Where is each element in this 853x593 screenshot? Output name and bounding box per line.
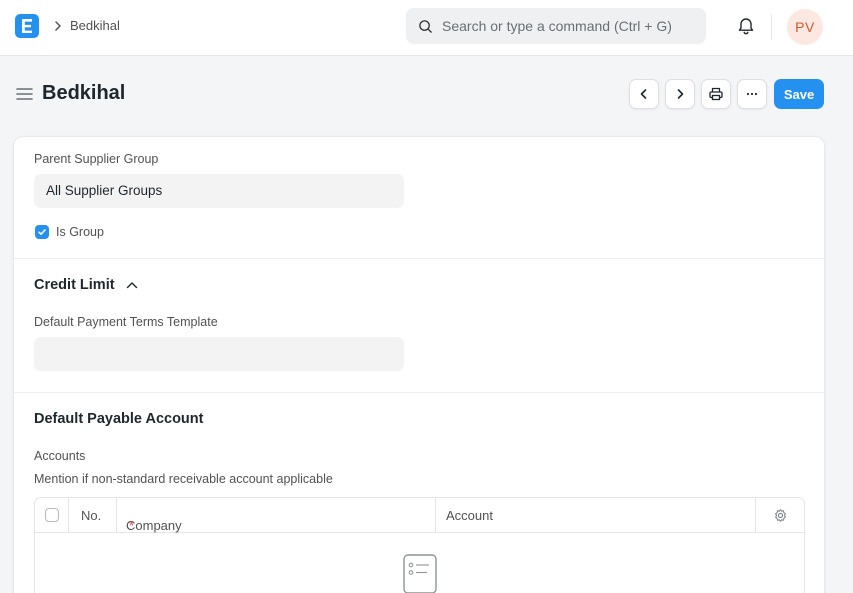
empty-list-icon bbox=[403, 554, 437, 593]
form-card: Parent Supplier Group All Supplier Group… bbox=[13, 136, 825, 593]
gear-icon[interactable] bbox=[773, 508, 788, 523]
navbar-divider bbox=[771, 14, 772, 40]
parent-supplier-group-value: All Supplier Groups bbox=[46, 183, 163, 198]
is-group-label[interactable]: Is Group bbox=[56, 225, 104, 239]
column-header-account-label: Account bbox=[446, 508, 493, 523]
app-logo[interactable] bbox=[15, 14, 39, 38]
column-header-no-label: No. bbox=[81, 508, 102, 523]
printer-icon bbox=[709, 87, 723, 101]
notification-bell-icon[interactable] bbox=[736, 16, 756, 36]
accounts-table: No. Company * Account bbox=[34, 497, 805, 593]
select-all-cell bbox=[35, 498, 69, 533]
sidebar-toggle-icon[interactable] bbox=[16, 87, 33, 101]
search-input[interactable]: Search or type a command (Ctrl + G) bbox=[442, 18, 672, 34]
erpnext-logo-icon bbox=[22, 19, 32, 33]
credit-limit-section-title[interactable]: Credit Limit bbox=[34, 277, 115, 293]
previous-doc-button[interactable] bbox=[629, 79, 659, 109]
is-group-checkbox[interactable] bbox=[35, 225, 49, 239]
ellipsis-icon bbox=[746, 92, 758, 96]
column-header-company-label: Company bbox=[126, 518, 182, 533]
chevron-right-icon bbox=[677, 89, 684, 99]
section-divider bbox=[14, 258, 824, 259]
breadcrumb-chevron-icon bbox=[55, 21, 61, 31]
column-header-no: No. bbox=[69, 498, 117, 533]
accounts-description: Mention if non-standard receivable accou… bbox=[34, 472, 333, 486]
payment-terms-template-label: Default Payment Terms Template bbox=[34, 315, 218, 329]
required-marker: * bbox=[129, 518, 135, 533]
parent-supplier-group-field[interactable]: All Supplier Groups bbox=[34, 174, 404, 208]
save-button[interactable]: Save bbox=[774, 79, 824, 109]
next-doc-button[interactable] bbox=[665, 79, 695, 109]
parent-supplier-group-label: Parent Supplier Group bbox=[34, 152, 159, 166]
search-icon bbox=[419, 20, 432, 33]
search-bar[interactable]: Search or type a command (Ctrl + G) bbox=[406, 8, 706, 44]
section-divider bbox=[14, 392, 824, 393]
default-payable-account-section-title: Default Payable Account bbox=[34, 411, 204, 427]
checkmark-icon bbox=[38, 229, 46, 235]
select-all-checkbox[interactable] bbox=[45, 508, 59, 522]
user-avatar[interactable]: PV bbox=[787, 9, 823, 45]
chevron-up-icon[interactable] bbox=[126, 280, 138, 290]
payment-terms-template-field[interactable] bbox=[34, 337, 404, 371]
page-title: Bedkihal bbox=[42, 82, 126, 104]
more-options-button[interactable] bbox=[737, 79, 767, 109]
top-navbar: Bedkihal Search or type a command (Ctrl … bbox=[0, 0, 853, 56]
breadcrumb-current[interactable]: Bedkihal bbox=[70, 18, 120, 33]
print-button[interactable] bbox=[701, 79, 731, 109]
accounts-label: Accounts bbox=[34, 449, 86, 463]
accounts-table-header: No. Company * Account bbox=[35, 498, 804, 533]
chevron-left-icon bbox=[640, 89, 647, 99]
column-header-company: Company * bbox=[117, 498, 436, 533]
column-header-account: Account bbox=[436, 498, 756, 533]
